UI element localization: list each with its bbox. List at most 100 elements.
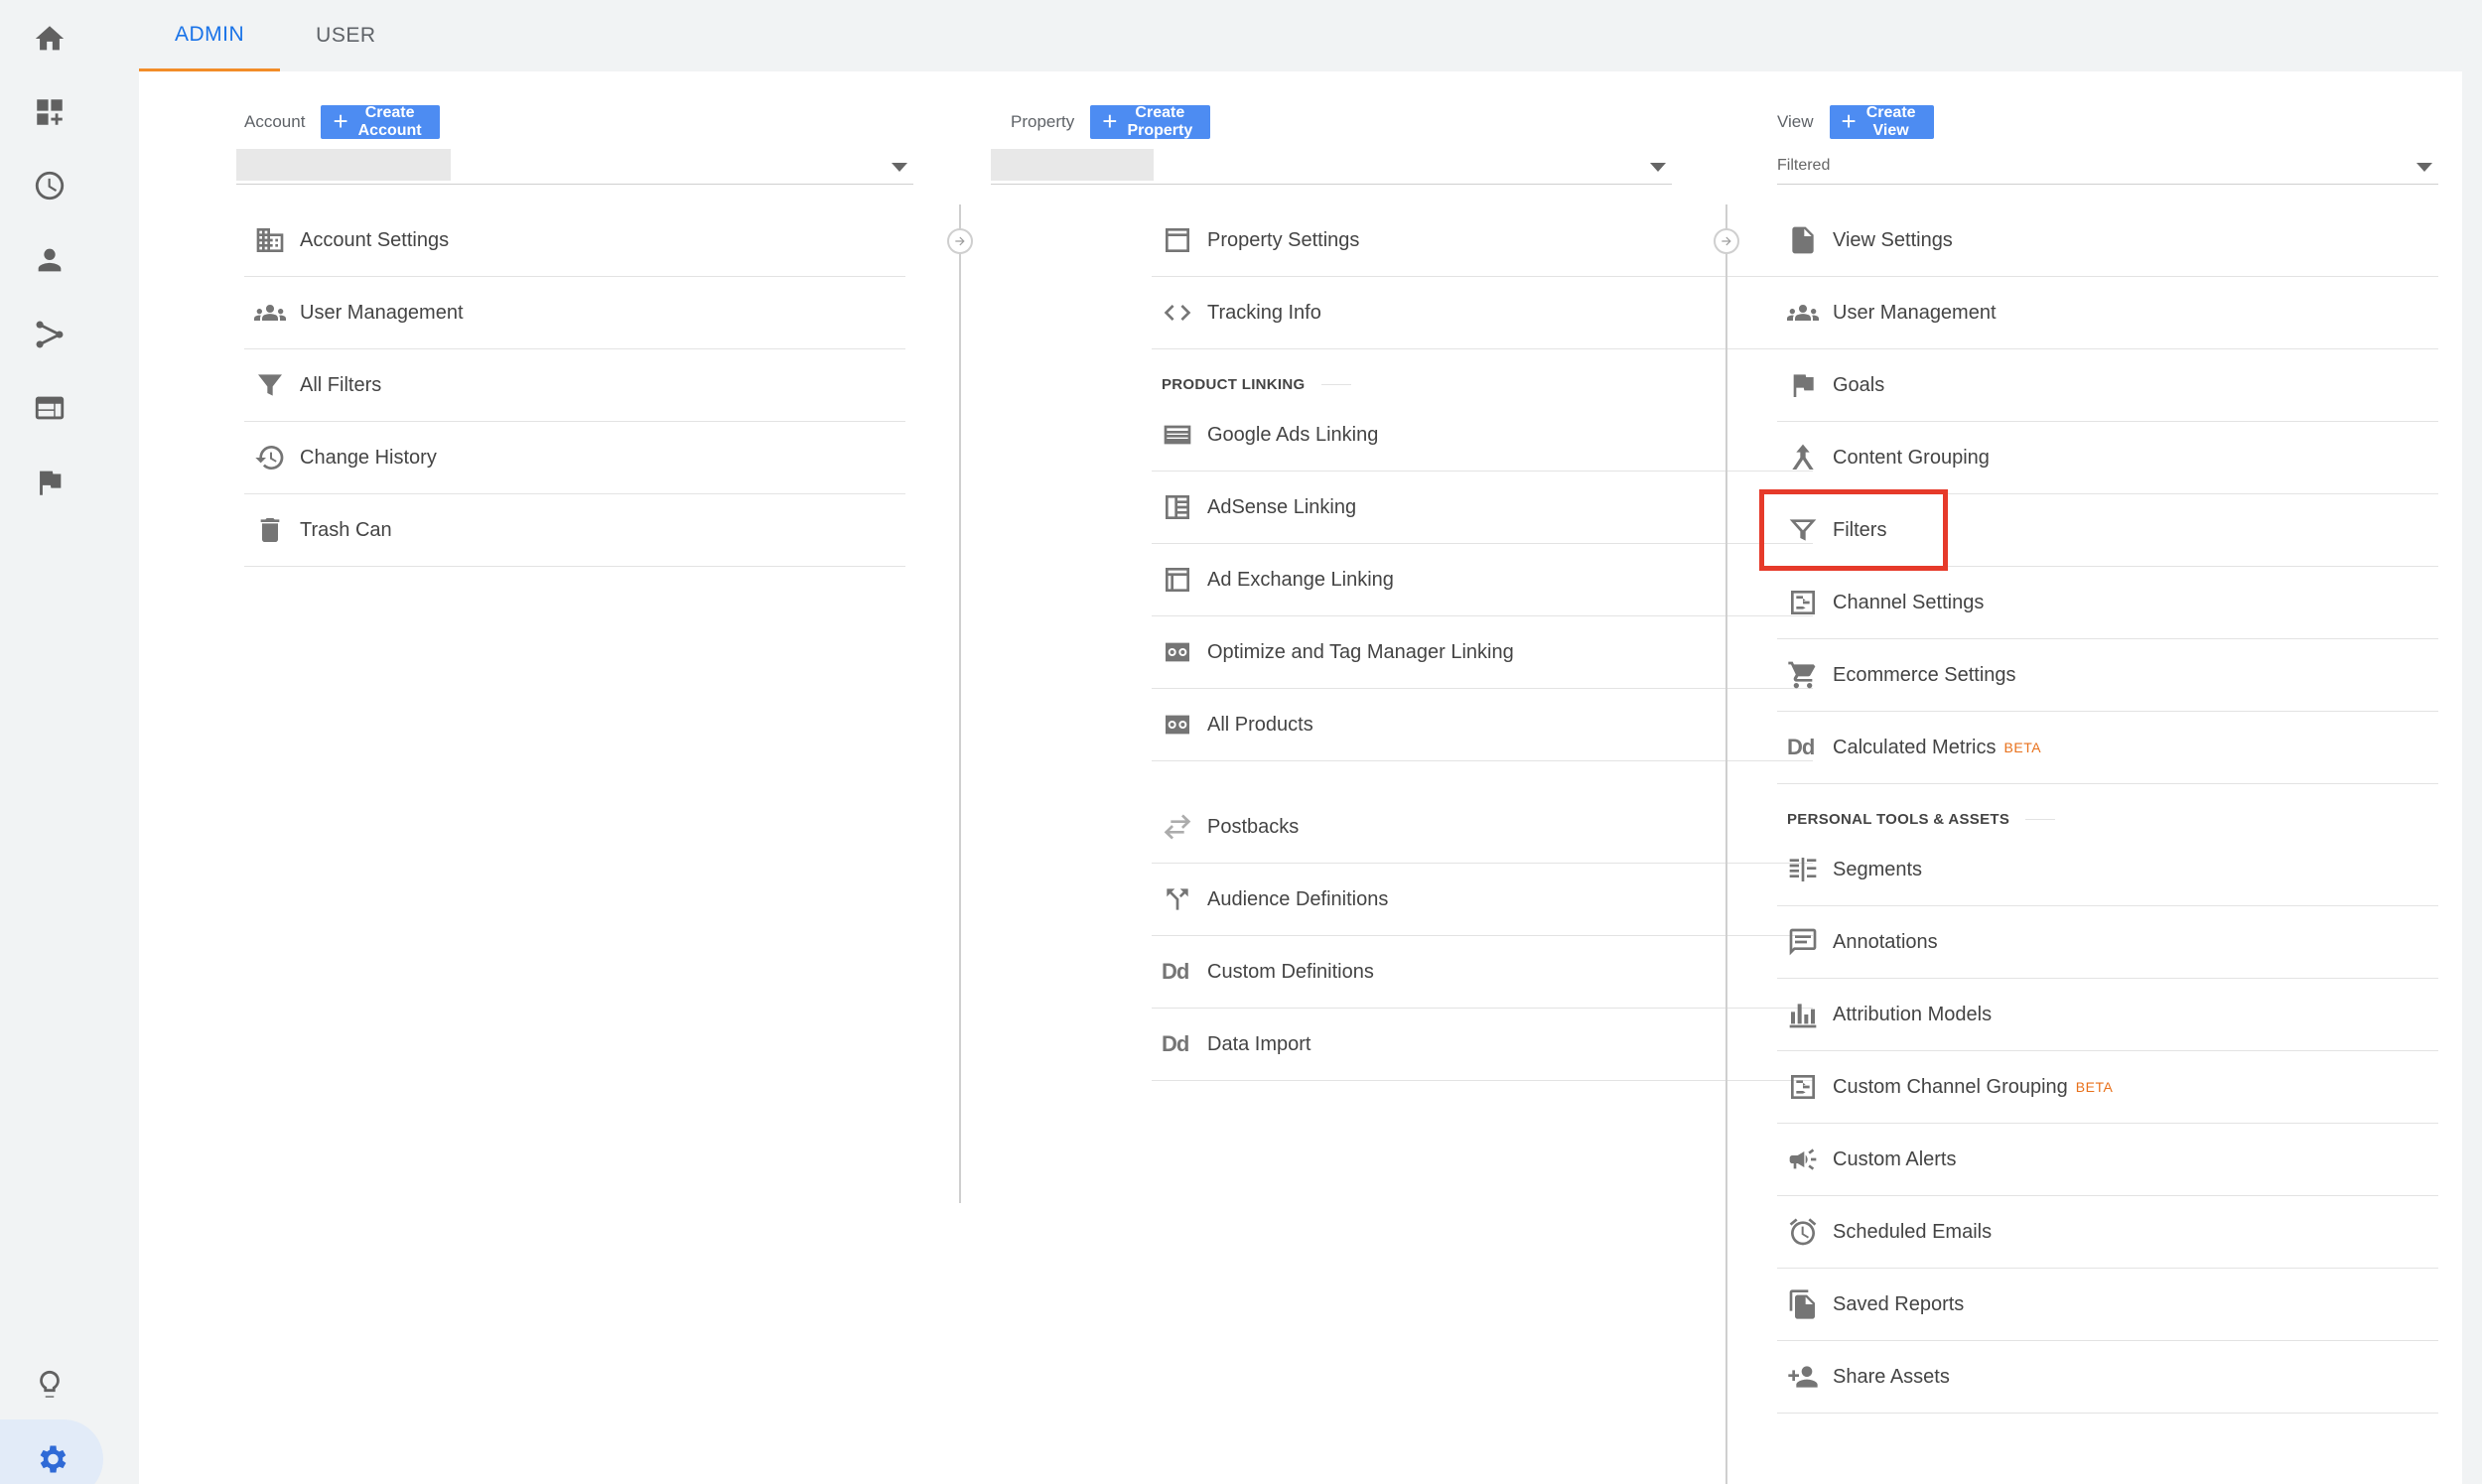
ecommerce-settings-item[interactable]: Ecommerce Settings (1777, 639, 2438, 712)
grouping-icon (1777, 442, 1833, 473)
all-filters-item[interactable]: All Filters (244, 349, 905, 422)
ad-exchange-linking-item[interactable]: Ad Exchange Linking (1152, 544, 1813, 616)
dd-icon: Dd (1162, 959, 1189, 984)
item-label: Calculated Metrics (1833, 736, 1997, 758)
item-label: AdSense Linking (1207, 495, 1357, 518)
bars-icon (1777, 999, 1833, 1030)
home-icon[interactable] (25, 14, 74, 64)
link-box-icon (1152, 709, 1207, 741)
item-label: View Settings (1833, 228, 1953, 251)
optimize-tag-manager-linking-item[interactable]: Optimize and Tag Manager Linking (1152, 616, 1813, 689)
item-label: Annotations (1833, 930, 1938, 953)
postbacks-item[interactable]: Postbacks (1152, 791, 1813, 864)
lightbulb-icon[interactable] (25, 1360, 74, 1410)
saved-reports-item[interactable]: Saved Reports (1777, 1269, 2438, 1341)
create-view-button[interactable]: + Create View (1829, 104, 1934, 139)
view-selected-value: Filtered (1777, 157, 1831, 174)
item-label: Google Ads Linking (1207, 423, 1379, 446)
account-menu: Account Settings User Management All Fil… (244, 204, 905, 567)
content-grouping-item[interactable]: Content Grouping (1777, 422, 2438, 494)
plus-icon: + (1841, 105, 1857, 136)
person-add-icon (1777, 1361, 1833, 1393)
item-label: Share Assets (1833, 1365, 1950, 1388)
audience-definitions-item[interactable]: Audience Definitions (1152, 864, 1813, 936)
account-user-management-item[interactable]: User Management (244, 277, 905, 349)
custom-alerts-item[interactable]: Custom Alerts (1777, 1124, 2438, 1196)
comment-icon (1777, 926, 1833, 958)
product-linking-heading: PRODUCT LINKING (1152, 349, 1813, 399)
window-icon (1152, 564, 1207, 596)
plus-icon: + (333, 105, 348, 136)
people-icon (244, 297, 300, 329)
code-icon (1152, 297, 1207, 329)
item-label: Custom Alerts (1833, 1147, 1957, 1170)
custom-channel-grouping-item[interactable]: Custom Channel Grouping BETA (1777, 1051, 2438, 1124)
trash-can-item[interactable]: Trash Can (244, 494, 905, 567)
ads-icon (1152, 419, 1207, 451)
google-ads-linking-item[interactable]: Google Ads Linking (1152, 399, 1813, 472)
account-selector[interactable] (236, 147, 913, 185)
view-user-management-item[interactable]: User Management (1777, 277, 2438, 349)
fork-icon (1152, 883, 1207, 915)
all-products-item[interactable]: All Products (1152, 689, 1813, 761)
property-selector[interactable] (991, 147, 1672, 185)
channel-settings-item[interactable]: Channel Settings (1777, 567, 2438, 639)
share-assets-item[interactable]: Share Assets (1777, 1341, 2438, 1414)
plus-icon: + (1102, 105, 1118, 136)
account-settings-item[interactable]: Account Settings (244, 204, 905, 277)
tracking-info-item[interactable]: Tracking Info (1152, 277, 1813, 349)
clock-icon[interactable] (25, 161, 74, 210)
create-property-button[interactable]: + Create Property (1090, 104, 1211, 139)
view-selector[interactable]: Filtered (1777, 147, 2438, 185)
tab-user[interactable]: USER (280, 0, 411, 71)
item-label: User Management (1833, 301, 1997, 324)
admin-gear-button[interactable] (0, 1419, 103, 1484)
item-label: Audience Definitions (1207, 887, 1389, 910)
adsense-linking-item[interactable]: AdSense Linking (1152, 472, 1813, 544)
goals-item[interactable]: Goals (1777, 349, 2438, 422)
dashboard-icon[interactable] (25, 87, 74, 137)
create-property-label: Create Property (1127, 104, 1193, 139)
view-label: View (1777, 112, 1814, 131)
calculated-metrics-item[interactable]: Dd Calculated Metrics BETA (1777, 712, 2438, 784)
document-icon (1777, 224, 1833, 256)
arrow-right-icon (1714, 228, 1739, 254)
change-history-item[interactable]: Change History (244, 422, 905, 494)
item-label: Channel Settings (1833, 591, 1985, 613)
web-icon[interactable] (25, 383, 74, 433)
account-label: Account (244, 112, 306, 131)
item-label: Goals (1833, 373, 1885, 396)
flag-icon (1777, 369, 1833, 401)
data-import-item[interactable]: Dd Data Import (1152, 1009, 1813, 1081)
custom-definitions-item[interactable]: Dd Custom Definitions (1152, 936, 1813, 1009)
segments-item[interactable]: Segments (1777, 834, 2438, 906)
filters-highlight-box (1759, 489, 1948, 571)
view-settings-item[interactable]: View Settings (1777, 204, 2438, 277)
item-label: Postbacks (1207, 815, 1300, 838)
beta-badge: BETA (2075, 1079, 2114, 1095)
channel-icon (1777, 587, 1833, 618)
item-label: Trash Can (300, 518, 392, 541)
create-account-label: Create Account (357, 104, 422, 139)
item-label: User Management (300, 301, 464, 324)
chevron-down-icon (892, 163, 907, 172)
item-label: Scheduled Emails (1833, 1220, 1993, 1243)
flag-icon[interactable] (25, 458, 74, 507)
megaphone-icon (1777, 1144, 1833, 1175)
share-icon[interactable] (25, 310, 74, 359)
chevron-down-icon (1650, 163, 1666, 172)
create-account-button[interactable]: + Create Account (321, 104, 440, 139)
view-menu: View Settings User Management Goals Cont… (1777, 204, 2438, 1414)
attribution-models-item[interactable]: Attribution Models (1777, 979, 2438, 1051)
scheduled-emails-item[interactable]: Scheduled Emails (1777, 1196, 2438, 1269)
trash-icon (244, 514, 300, 546)
person-icon[interactable] (25, 235, 74, 285)
annotations-item[interactable]: Annotations (1777, 906, 2438, 979)
tab-admin[interactable]: ADMIN (139, 0, 281, 71)
item-label: Content Grouping (1833, 446, 1990, 469)
arrow-right-icon (947, 228, 973, 254)
account-name-placeholder (236, 149, 451, 181)
chevron-down-icon (2416, 163, 2432, 172)
people-icon (1777, 297, 1833, 329)
top-tabs: ADMIN USER (139, 0, 412, 71)
